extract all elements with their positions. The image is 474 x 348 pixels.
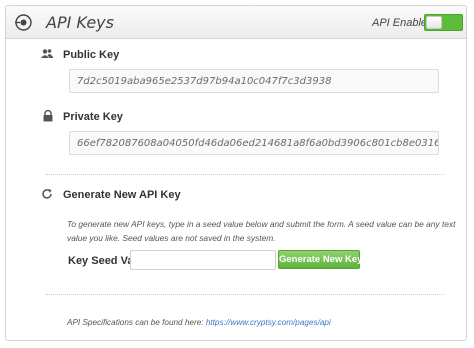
section-divider bbox=[46, 174, 444, 175]
plug-icon bbox=[15, 14, 32, 31]
generate-description: To generate new API keys, type in a seed… bbox=[67, 219, 456, 243]
lock-icon bbox=[43, 110, 53, 122]
api-spec-note: API Specifications can be found here: ht… bbox=[67, 318, 331, 327]
private-key-label: Private Key bbox=[63, 111, 123, 123]
public-key-field[interactable]: 7d2c5019aba965e2537d97b94a10c047f7c3d393… bbox=[69, 69, 439, 93]
generate-section-title: Generate New API Key bbox=[63, 189, 181, 201]
public-key-label: Public Key bbox=[63, 49, 120, 61]
page-title: API Keys bbox=[46, 13, 114, 32]
generate-key-button[interactable]: Generate New Key bbox=[278, 250, 362, 269]
toggle-knob bbox=[426, 16, 442, 29]
panel-header: API Keys API Enabled bbox=[6, 6, 466, 39]
section-divider bbox=[46, 294, 444, 295]
seed-value-input[interactable] bbox=[130, 250, 276, 270]
refresh-icon bbox=[42, 189, 52, 199]
private-key-field[interactable]: 66ef782087608a04050fd46da06ed214681a8f6a… bbox=[69, 131, 439, 155]
api-enabled-toggle[interactable] bbox=[424, 14, 463, 31]
api-keys-panel: API Keys API Enabled Public Key 7d2c5019… bbox=[5, 5, 467, 341]
api-spec-text: API Specifications can be found here: bbox=[67, 318, 204, 327]
api-spec-link[interactable]: https://www.cryptsy.com/pages/api bbox=[206, 318, 331, 327]
users-icon bbox=[41, 49, 53, 58]
